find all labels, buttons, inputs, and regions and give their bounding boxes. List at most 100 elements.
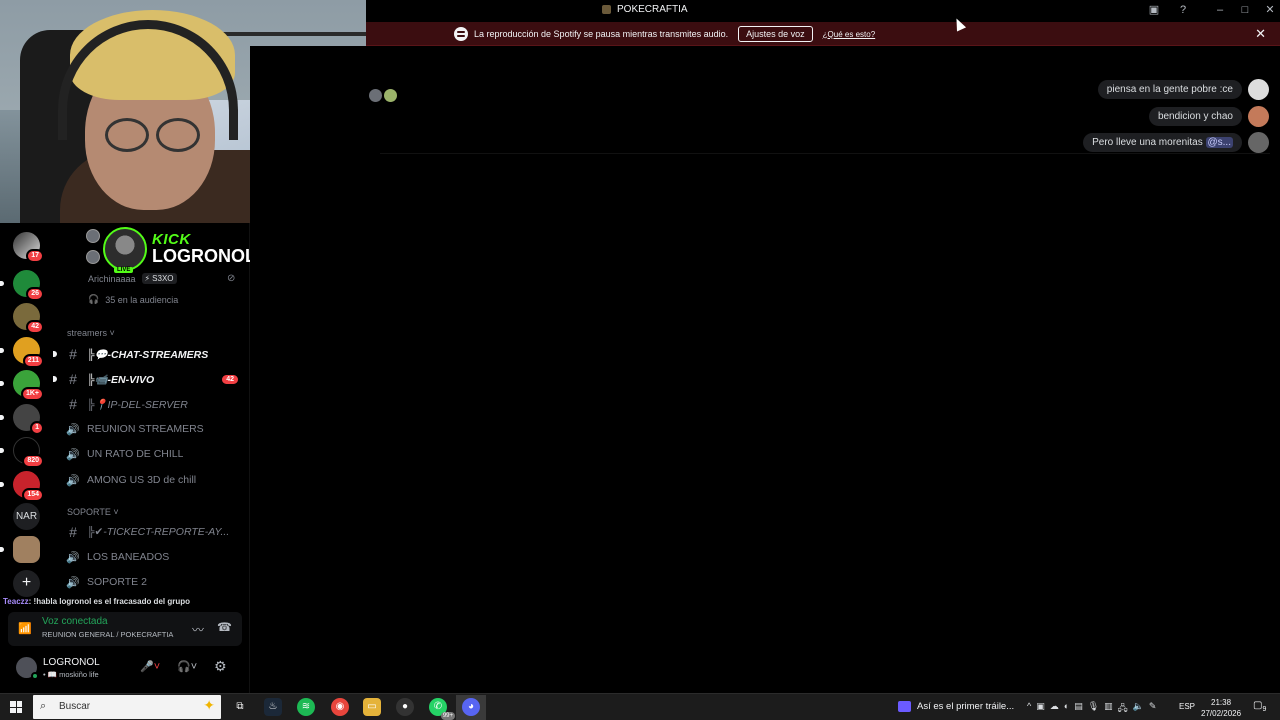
minimize-button[interactable]: – — [1212, 3, 1228, 17]
server-item[interactable]: 1K+ — [0, 370, 44, 401]
steam-icon[interactable]: ♨ — [264, 698, 282, 716]
notification-icon[interactable]: ▢9 — [1253, 700, 1266, 713]
server-item[interactable] — [0, 536, 40, 563]
network-icon[interactable]: 🖧 — [1118, 701, 1128, 717]
message-text: bendicion y chao — [1157, 111, 1233, 122]
channel-ip-del-server[interactable]: # ╠📍IP-DEL-SERVER — [62, 393, 244, 415]
server-item[interactable]: 154 — [0, 471, 44, 502]
server-item[interactable]: 42 — [13, 303, 44, 334]
windows-start-icon[interactable] — [10, 701, 22, 713]
file-explorer-icon[interactable]: ▭ — [363, 698, 381, 716]
server-item-nar[interactable]: NAR — [13, 503, 40, 530]
discord-icon[interactable]: ◕ — [462, 698, 480, 716]
voice-channel-un-rato-de-chill[interactable]: 🔊 UN RATO DE CHILL — [62, 443, 244, 465]
taskbar: ⌕ Buscar ✦ ⧉ ♨ ≋ ◉ ▭ ● ✆ 99+ ◕ Así es el … — [0, 693, 1280, 720]
voice-channel-soporte-2[interactable]: 🔊 SOPORTE 2 — [62, 571, 244, 593]
voice-channel-reunion-streamers[interactable]: 🔊 REUNION STREAMERS — [62, 418, 244, 440]
gear-icon[interactable]: ⚙ — [214, 658, 227, 675]
chat-message: piensa en la gente pobre :ce — [1097, 80, 1242, 99]
server-item[interactable]: 820 — [0, 437, 44, 468]
server-item[interactable]: 211 — [0, 337, 44, 368]
voice-channel-among-us[interactable]: 🔊 AMONG US 3D de chill — [62, 469, 244, 491]
stage-avatar — [86, 250, 100, 264]
task-view-icon[interactable]: ⧉ — [231, 698, 249, 716]
clock-date: 27/02/2026 — [1201, 709, 1242, 718]
server-item[interactable]: 1 — [0, 404, 44, 435]
category-streamers-label: streamers — [67, 328, 108, 338]
maximize-button[interactable]: □ — [1237, 3, 1253, 17]
server-item[interactable]: 26 — [0, 270, 44, 301]
channel-name: ╠📍IP-DEL-SERVER — [87, 398, 188, 411]
channel-name: REUNION STREAMERS — [87, 423, 204, 435]
stage-speaker[interactable]: Arichinaaaa ⚡ S3XO — [88, 273, 177, 284]
close-window-button[interactable]: ✕ — [1262, 3, 1278, 17]
tray-app-icon[interactable]: ▥ — [1104, 701, 1113, 717]
divider — [380, 153, 1270, 154]
tray-app-icon[interactable]: ◐ — [1064, 701, 1069, 717]
obs-icon[interactable]: ● — [396, 698, 414, 716]
video-icon — [898, 701, 911, 712]
stage-avatar — [384, 89, 397, 102]
help-icon[interactable]: ? — [1175, 3, 1191, 17]
server-item[interactable]: 17 — [13, 232, 44, 263]
mention-badge: 1 — [30, 421, 44, 435]
language-indicator[interactable]: ESP — [1179, 702, 1195, 711]
sparkle-icon: ✦ — [203, 697, 215, 713]
microphone-icon[interactable]: 🎙 — [1088, 701, 1099, 717]
whats-this-link[interactable]: ¿Qué es esto? — [823, 30, 875, 39]
audience-text: 35 en la audiencia — [105, 294, 179, 305]
channel-en-vivo[interactable]: # ╠📹-EN-VIVO 42 — [53, 368, 244, 390]
chevron-up-icon[interactable]: ^ — [1027, 701, 1031, 717]
channel-name: ╠💬-CHAT-STREAMERS — [87, 348, 209, 361]
category-streamers[interactable]: streamers ˅ — [67, 328, 115, 338]
add-server-icon[interactable]: + — [13, 570, 40, 597]
taskbar-search[interactable]: ⌕ Buscar ✦ — [33, 695, 221, 719]
user-name[interactable]: LOGRONOL — [43, 657, 100, 668]
tray-app-icon[interactable]: ☁ — [1050, 701, 1059, 717]
user-mention[interactable]: @s... — [1205, 137, 1233, 148]
channel-chat-streamers[interactable]: # ╠💬-CHAT-STREAMERS — [53, 343, 244, 365]
clock-time: 21:38 — [1211, 698, 1232, 707]
spotify-notice-bar: La reproducción de Spotify se pausa mien… — [366, 22, 1280, 46]
chat-text: : !habla logronol es el fracasado del gr… — [28, 597, 190, 606]
spotify-icon[interactable]: ≋ — [297, 698, 315, 716]
mention-badge: 820 — [22, 454, 44, 468]
audience-count[interactable]: 🎧 35 en la audiencia — [88, 294, 178, 305]
voice-settings-button[interactable]: Ajustes de voz — [738, 26, 813, 42]
screen-share-icon[interactable]: ▣ — [1146, 3, 1162, 17]
mention-badge: 1K+ — [20, 387, 44, 401]
news-widget[interactable]: Así es el primer tráile... — [898, 701, 1014, 712]
stream-chat-overlay: Teaczz: !habla logronol es el fracasado … — [3, 597, 190, 606]
disconnect-icon[interactable]: ☎ — [217, 620, 232, 634]
cam-glasses — [105, 118, 200, 152]
pen-icon[interactable]: ✎ — [1149, 701, 1157, 717]
text-channel-icon: # — [69, 396, 77, 412]
message-avatar[interactable] — [1248, 132, 1269, 153]
voice-location[interactable]: REUNION GENERAL / POKECRAFTIA — [42, 630, 173, 639]
channel-name: LOS BANEADOS — [87, 551, 170, 563]
voice-channel-los-baneados[interactable]: 🔊 LOS BANEADOS — [62, 546, 244, 568]
tray-app-icon[interactable]: ▤ — [1074, 701, 1083, 717]
chrome-icon[interactable]: ◉ — [331, 698, 349, 716]
voice-status[interactable]: Voz conectada — [42, 616, 108, 627]
system-tray[interactable]: ^ ▣ ☁ ◐ ▤ 🎙 ▥ 🖧 🔈 ✎ — [1027, 701, 1156, 717]
whatsapp-icon[interactable]: ✆ 99+ — [429, 698, 455, 720]
mic-muted-icon[interactable]: 🎤˅ — [140, 660, 160, 673]
headphones-icon[interactable]: 🎧˅ — [177, 660, 197, 673]
speaker-icon: 🔊 — [66, 551, 80, 564]
user-avatar[interactable] — [16, 657, 39, 680]
server-logo-icon — [602, 5, 611, 14]
mention-badge: 42 — [222, 374, 238, 384]
volume-icon[interactable]: 🔈 — [1133, 701, 1144, 717]
notice-close-icon[interactable]: ✕ — [1255, 26, 1266, 42]
clock[interactable]: 21:38 27/02/2026 — [1201, 697, 1241, 719]
stage-avatar — [86, 229, 100, 243]
message-avatar[interactable] — [1248, 106, 1269, 127]
category-soporte[interactable]: SOPORTE ˅ — [67, 507, 119, 517]
noise-suppression-icon[interactable]: 〰 — [192, 621, 204, 638]
text-channel-icon: # — [69, 371, 77, 387]
channel-ticket-reporte[interactable]: # ╠✔-TICKECT-REPORTE-AY... — [62, 521, 244, 543]
signal-icon[interactable]: 📶 — [18, 622, 32, 635]
message-avatar[interactable] — [1248, 79, 1269, 100]
tray-app-icon[interactable]: ▣ — [1036, 701, 1045, 717]
